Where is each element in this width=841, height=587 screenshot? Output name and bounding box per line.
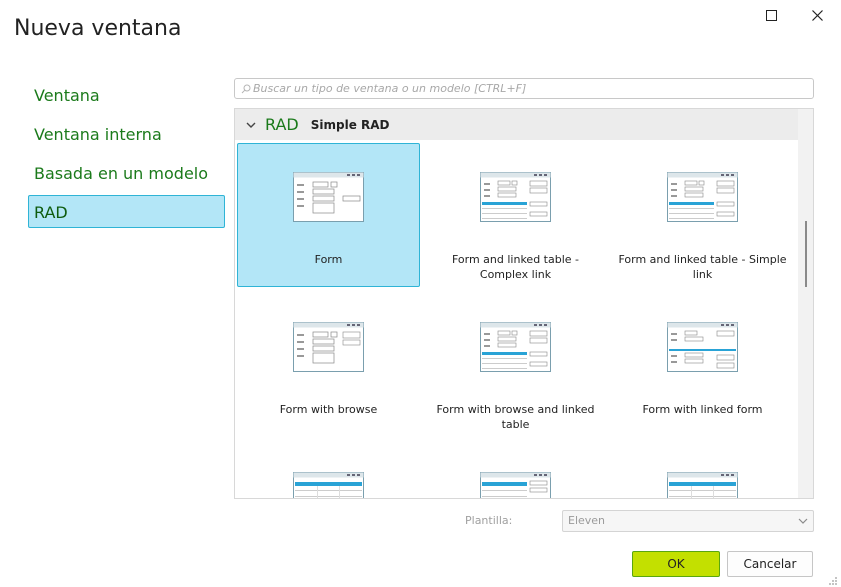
- tile-label: Form and linked table - Complex link: [451, 253, 580, 281]
- browse-table-thumbnail-icon: [480, 322, 551, 372]
- tile-list[interactable]: [424, 443, 607, 498]
- window-title: Nueva ventana: [14, 16, 182, 41]
- tile-form-with-browse[interactable]: Form with browse: [237, 293, 420, 437]
- template-gallery: RAD Simple RAD Form Form and linked tabl…: [234, 108, 814, 499]
- form-table-thumbnail-icon: [480, 172, 551, 222]
- nav-item-ventana[interactable]: Ventana: [28, 78, 225, 111]
- tile-form[interactable]: Form: [237, 143, 420, 287]
- nav-item-rad[interactable]: RAD: [28, 195, 225, 228]
- list-thumbnail-icon: [667, 472, 738, 498]
- form-thumbnail-icon: [293, 172, 364, 222]
- tile-form-linked-table-simple[interactable]: Form and linked table - Simple link: [611, 143, 794, 287]
- close-icon: [811, 9, 823, 21]
- resize-grip-icon[interactable]: [826, 574, 838, 586]
- nav-item-basada-en-modelo[interactable]: Basada en un modelo: [28, 156, 225, 189]
- chevron-down-icon[interactable]: [245, 119, 257, 131]
- tile-form-with-browse-linked-table[interactable]: Form with browse and linked table: [424, 293, 607, 437]
- window-type-list: Ventana Ventana interna Basada en un mod…: [28, 78, 225, 234]
- tile-label: Form with browse and linked table: [436, 403, 595, 431]
- close-button[interactable]: [810, 8, 824, 22]
- ok-button[interactable]: OK: [632, 551, 720, 577]
- tile-form-linked-table-complex[interactable]: Form and linked table - Complex link: [424, 143, 607, 287]
- tile-form-with-linked-form[interactable]: Form with linked form: [611, 293, 794, 437]
- group-header-rad[interactable]: RAD Simple RAD: [235, 109, 798, 140]
- group-name: RAD: [265, 115, 299, 134]
- search-box: [234, 78, 814, 99]
- template-selected-value: Eleven: [568, 514, 606, 527]
- search-input[interactable]: [251, 82, 813, 95]
- browse-thumbnail-icon: [293, 322, 364, 372]
- maximize-icon: [765, 9, 777, 21]
- tile-list[interactable]: [611, 443, 794, 498]
- scrollbar-thumb[interactable]: [805, 221, 807, 287]
- template-select[interactable]: Eleven: [562, 510, 814, 532]
- maximize-button[interactable]: [764, 8, 778, 22]
- group-subtitle: Simple RAD: [310, 117, 390, 132]
- list-thumbnail-icon: [480, 472, 551, 498]
- nav-item-ventana-interna[interactable]: Ventana interna: [28, 117, 225, 150]
- chevron-down-icon: [798, 518, 808, 524]
- cancel-button[interactable]: Cancelar: [727, 551, 813, 577]
- linked-form-thumbnail-icon: [667, 322, 738, 372]
- tile-list[interactable]: [237, 443, 420, 498]
- form-table-thumbnail-icon: [667, 172, 738, 222]
- template-label: Plantilla:: [465, 514, 513, 527]
- search-icon: [241, 84, 251, 93]
- tile-label: Form and linked table - Simple link: [618, 253, 787, 281]
- gallery-scrollbar[interactable]: [798, 109, 813, 498]
- tile-label: Form with browse: [279, 403, 378, 416]
- tile-label: Form with linked form: [642, 403, 763, 416]
- tile-label: Form: [314, 253, 343, 266]
- list-thumbnail-icon: [293, 472, 364, 498]
